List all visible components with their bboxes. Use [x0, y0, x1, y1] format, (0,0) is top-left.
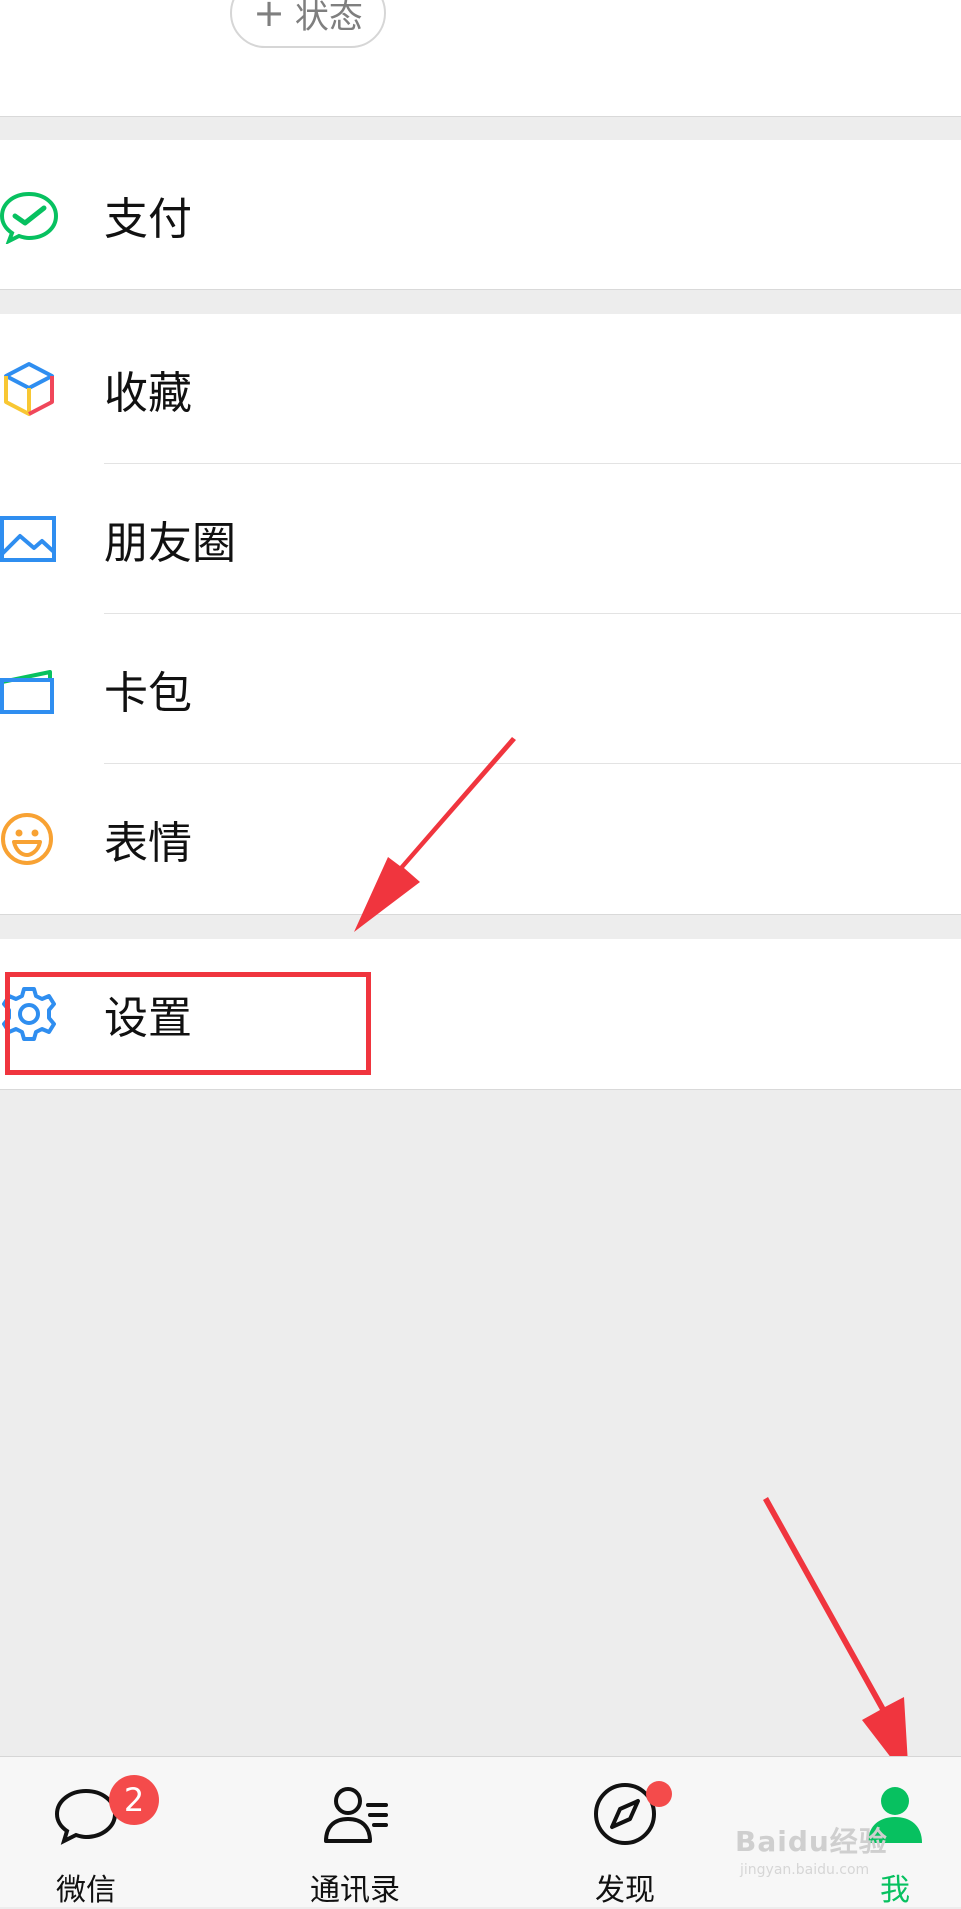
- menu-item-cards[interactable]: 卡包: [0, 614, 961, 764]
- divider: [0, 116, 961, 117]
- divider: [0, 289, 961, 290]
- contacts-icon: [324, 1787, 388, 1843]
- tab-discover[interactable]: 发现: [550, 1757, 700, 1908]
- menu-item-label: 表情: [104, 818, 192, 869]
- menu-item-label: 卡包: [104, 668, 192, 719]
- baidu-watermark: Baidu经验: [735, 1825, 888, 1858]
- tab-label: 通讯录: [310, 1873, 400, 1908]
- menu-item-label: 朋友圈: [104, 518, 236, 569]
- tab-wechat[interactable]: 2 微信: [11, 1757, 161, 1908]
- cube-icon: [4, 362, 54, 416]
- plus-icon: +: [253, 0, 285, 35]
- tab-label: 微信: [56, 1873, 116, 1908]
- tab-label: 发现: [595, 1873, 655, 1908]
- menu-item-label: 支付: [104, 194, 192, 245]
- smiley-icon: [1, 813, 53, 865]
- menu-item-moments[interactable]: 朋友圈: [0, 464, 961, 614]
- arrow-to-me-tab: [763, 1497, 909, 1781]
- status-button-label: 状态: [294, 0, 363, 37]
- card-wallet-icon: [0, 670, 54, 714]
- image-icon: [0, 516, 56, 562]
- divider: [0, 1089, 961, 1090]
- wechat-pay-icon: [0, 191, 58, 244]
- menu-item-pay[interactable]: 支付: [0, 140, 961, 290]
- baidu-watermark-url: jingyan.baidu.com: [740, 1862, 870, 1878]
- new-content-dot: [646, 1781, 672, 1807]
- profile-header: + 状态: [0, 0, 961, 116]
- menu-item-favorites[interactable]: 收藏: [0, 314, 961, 464]
- unread-badge: 2: [109, 1775, 159, 1825]
- divider: [0, 914, 961, 915]
- menu-item-label: 收藏: [104, 368, 192, 419]
- tab-contacts[interactable]: 通讯录: [280, 1757, 430, 1908]
- menu-item-stickers[interactable]: 表情: [0, 764, 961, 914]
- settings-highlight-box: [5, 972, 371, 1075]
- status-button[interactable]: + 状态: [230, 0, 386, 48]
